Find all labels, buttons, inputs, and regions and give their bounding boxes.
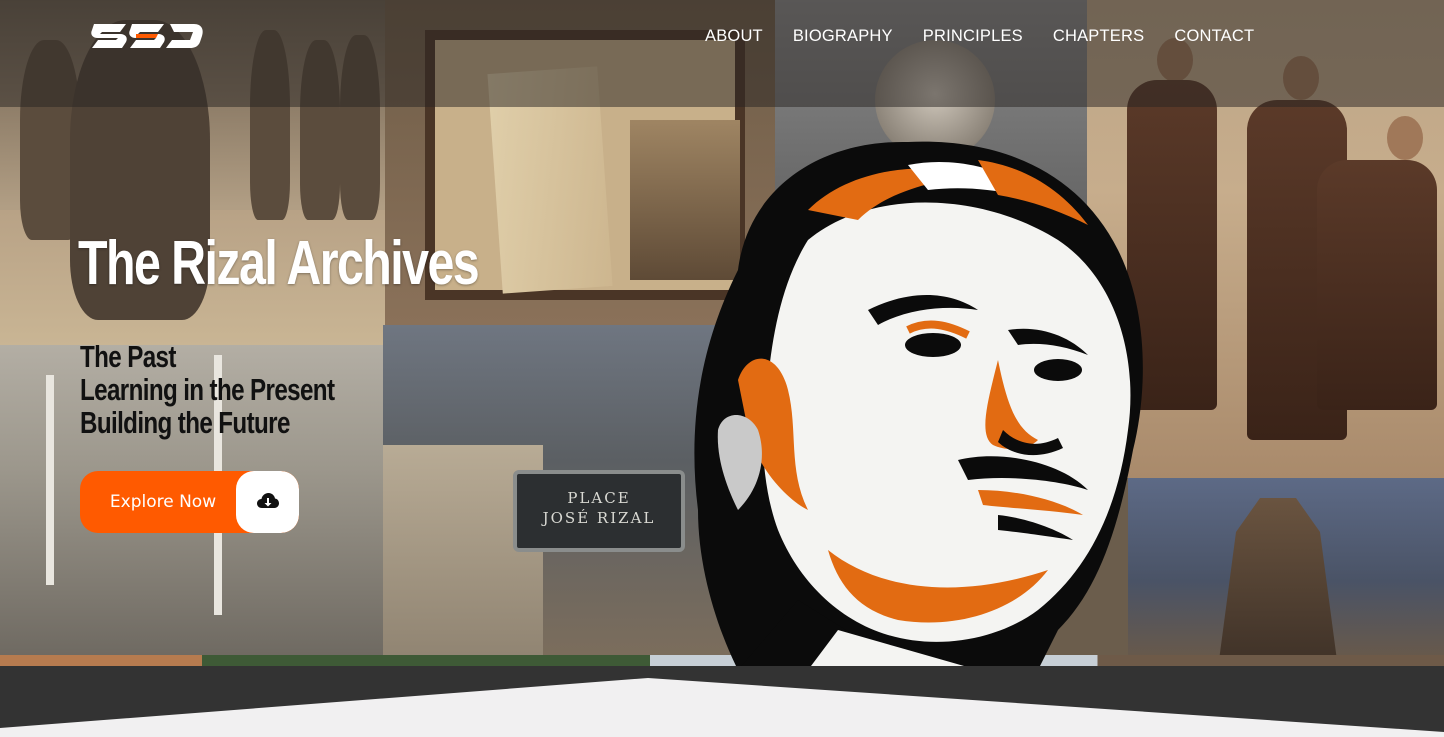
site-logo[interactable] [90, 20, 204, 52]
rizal-illustration [694, 141, 1143, 666]
main-nav: ABOUT BIOGRAPHY PRINCIPLES CHAPTERS CONT… [705, 26, 1284, 46]
nav-item-about[interactable]: ABOUT [705, 26, 763, 46]
hero-title: The Rizal Archives [78, 229, 480, 298]
next-section-divider [0, 666, 1444, 737]
street-sign: PLACE JOSÉ RIZAL [513, 470, 685, 552]
tagline-line-2: Learning in the Present [80, 372, 335, 407]
church-photo [1128, 478, 1444, 666]
tagline-line-3: Building the Future [80, 405, 290, 440]
explore-now-button[interactable]: Explore Now [80, 471, 299, 533]
sign-line-1: PLACE [567, 489, 631, 507]
hero-tagline: The Past Learning in the Present Buildin… [80, 339, 335, 440]
nav-item-contact[interactable]: CONTACT [1174, 26, 1254, 46]
nav-item-biography[interactable]: BIOGRAPHY [793, 26, 893, 46]
tagline-line-1: The Past [80, 339, 176, 374]
header-band [0, 0, 1444, 107]
hero-section: PLACE JOSÉ RIZAL [0, 0, 1444, 666]
nav-item-principles[interactable]: PRINCIPLES [923, 26, 1023, 46]
explore-now-label: Explore Now [109, 492, 217, 512]
sign-line-2: JOSÉ RIZAL [542, 509, 656, 527]
nav-item-chapters[interactable]: CHAPTERS [1053, 26, 1144, 46]
cloud-download-icon [236, 471, 299, 533]
